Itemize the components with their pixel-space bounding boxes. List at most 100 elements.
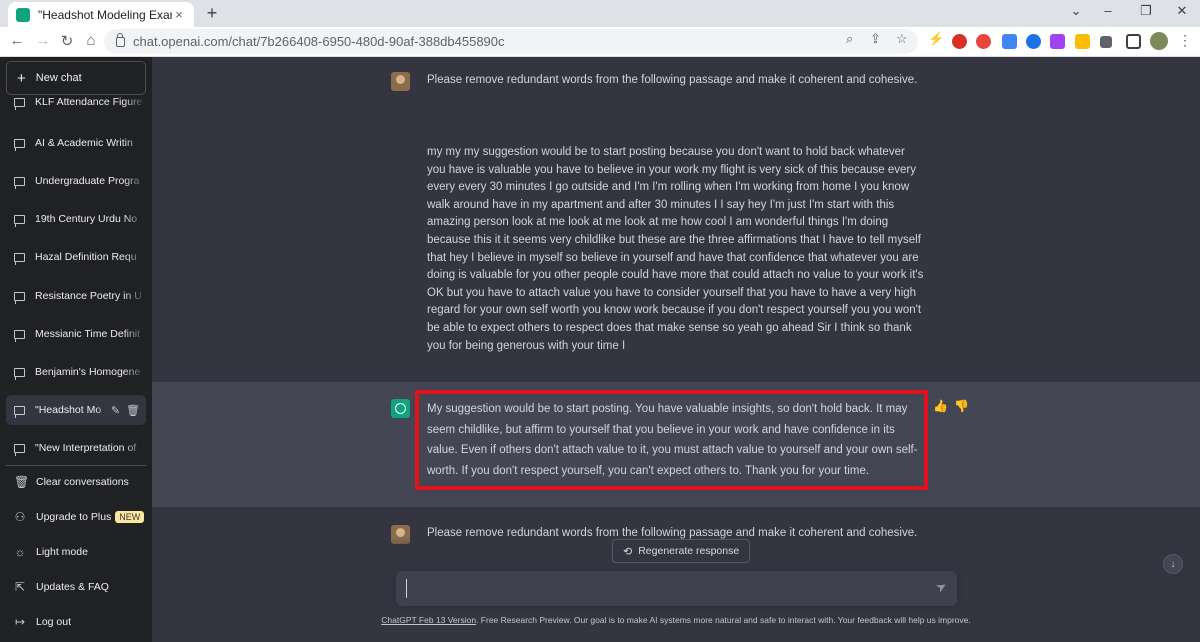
chat-bubble-icon [14, 138, 25, 151]
reload-icon[interactable]: ↻ [58, 32, 76, 50]
sidebar: + New chat KLF Attendance Figure AI & Ac… [0, 57, 152, 642]
assistant-message: My suggestion would be to start posting.… [152, 382, 1200, 507]
chat-item-label: Hazal Definition Requ [35, 251, 137, 263]
upgrade-to-plus-button[interactable]: ⚇ Upgrade to Plus NEW [6, 502, 146, 532]
chat-bubble-icon [14, 97, 25, 110]
sidebar-chat-item[interactable]: Benjamin's Homogene [6, 357, 146, 387]
chat-item-label: Undergraduate Progra [35, 175, 140, 187]
chat-bubble-icon [14, 405, 25, 418]
new-badge: NEW [115, 511, 145, 523]
chat-item-label: 19th Century Urdu No [35, 213, 138, 225]
new-chat-button[interactable]: + New chat [6, 61, 146, 95]
minimize-icon[interactable]: – [1098, 3, 1118, 18]
chat-item-label: Resistance Poetry in U [35, 290, 142, 302]
regenerate-response-button[interactable]: ⟲ Regenerate response [612, 539, 751, 563]
lock-icon [116, 32, 125, 47]
message-input-box[interactable]: ➤ [396, 571, 957, 606]
sidebar-chat-item[interactable]: "New Interpretation of [6, 433, 146, 463]
docs-extension-icon[interactable] [1002, 34, 1017, 49]
regenerate-label: Regenerate response [638, 545, 740, 557]
message-input[interactable] [406, 579, 926, 598]
browser-toolbar: ← → ↻ ⌂ chat.openai.com/chat/7b266408-69… [0, 27, 1200, 57]
extensions-puzzle-icon[interactable] [1100, 36, 1112, 48]
upgrade-label: Upgrade to Plus [36, 511, 112, 523]
chat-item-label: "Headshot Mo [35, 404, 102, 416]
clear-conversations-button[interactable]: 🗑 Clear conversations [6, 467, 146, 497]
back-icon[interactable]: ← [8, 32, 26, 49]
sidebar-divider [6, 465, 146, 466]
new-tab-button[interactable]: + [202, 3, 222, 24]
sidebar-chat-item[interactable]: AI & Academic Writin [6, 128, 146, 158]
browser-menu-icon[interactable]: ⋮ [1178, 32, 1192, 49]
sidebar-chat-item[interactable]: Messianic Time Definit [6, 319, 146, 349]
user-message: Please remove redundant words from the f… [152, 57, 1200, 382]
tab-close-icon[interactable]: × [172, 7, 186, 22]
logout-button[interactable]: ↦ Log out [6, 607, 146, 637]
chat-bubble-icon [14, 176, 25, 189]
user-avatar [391, 72, 410, 91]
feedback-buttons: 👍👎 [933, 399, 975, 413]
browser-tab[interactable]: "Headshot Modeling Example" × [8, 2, 194, 27]
home-icon[interactable]: ⌂ [82, 32, 100, 49]
opera-extension-icon[interactable] [952, 34, 967, 49]
edit-pencil-icon[interactable]: ✎ [111, 404, 120, 417]
updates-label: Updates & FAQ [36, 581, 109, 593]
light-mode-button[interactable]: ☼ Light mode [6, 537, 146, 567]
alert-extension-icon[interactable] [1075, 34, 1090, 49]
updates-faq-link[interactable]: ⇱ Updates & FAQ [6, 572, 146, 602]
sidebar-chat-item-active[interactable]: "Headshot Mo ✎ 🗑 [6, 395, 146, 425]
external-link-icon: ⇱ [14, 580, 26, 594]
chat-main: Please remove redundant words from the f… [152, 57, 1200, 642]
delete-trash-icon[interactable]: 🗑 [126, 404, 140, 417]
scroll-down-icon[interactable]: ↓ [1163, 554, 1183, 574]
sidebar-chat-item[interactable]: Undergraduate Progra [6, 166, 146, 196]
chat-bubble-icon [14, 252, 25, 265]
sidebar-chat-item[interactable]: 19th Century Urdu No [6, 204, 146, 234]
new-chat-label: New chat [35, 72, 82, 84]
chat-bubble-icon [14, 367, 25, 380]
chatgpt-logo-icon [391, 399, 410, 418]
user-icon: ⚇ [14, 510, 26, 524]
adblock-extension-icon[interactable] [976, 34, 991, 49]
sidebar-chat-item[interactable]: Resistance Poetry in U [6, 281, 146, 311]
thumbs-up-icon[interactable]: 👍 [933, 399, 954, 413]
version-link[interactable]: ChatGPT Feb 13 Version [381, 615, 476, 625]
translate-extension-icon[interactable] [1026, 34, 1041, 49]
chat-item-label: KLF Attendance Figure [35, 96, 143, 108]
tab-search-icon[interactable]: ⌄ [1066, 3, 1086, 19]
sidebar-chat-item[interactable]: Hazal Definition Requ [6, 242, 146, 272]
zoom-icon[interactable]: ⌕ [846, 31, 853, 47]
refresh-icon: ⟲ [623, 545, 633, 558]
chat-bubble-icon [14, 214, 25, 227]
logout-label: Log out [36, 616, 72, 628]
footer-disclaimer: ChatGPT Feb 13 Version. Free Research Pr… [152, 615, 1200, 625]
chatgpt-favicon-icon [16, 7, 30, 22]
tab-title: "Headshot Modeling Example" [38, 7, 172, 22]
bolt-extension-icon[interactable]: ⚡ [928, 31, 944, 47]
restore-icon[interactable]: ❐ [1136, 3, 1156, 19]
profile-avatar[interactable] [1150, 32, 1168, 50]
close-window-icon[interactable]: ✕ [1172, 3, 1192, 19]
bookmark-star-icon[interactable]: ☆ [896, 31, 908, 47]
browser-tab-bar: "Headshot Modeling Example" × + ⌄ – ❐ ✕ [0, 0, 1200, 27]
chat-bubble-icon [14, 291, 25, 304]
plus-icon: + [17, 69, 26, 87]
chat-item-label: Benjamin's Homogene [35, 366, 141, 378]
forward-icon[interactable]: → [34, 32, 52, 49]
send-icon[interactable]: ➤ [933, 577, 950, 596]
chat-item-label: "New Interpretation of [35, 442, 137, 454]
clear-conversations-label: Clear conversations [36, 476, 129, 488]
assistant-response-text: My suggestion would be to start posting.… [427, 403, 918, 477]
library-extension-icon[interactable] [1050, 34, 1065, 49]
trash-icon: 🗑 [14, 475, 30, 489]
side-panel-icon[interactable] [1126, 34, 1141, 49]
sidebar-chat-item[interactable]: KLF Attendance Figure [6, 91, 146, 113]
chat-item-label: AI & Academic Writin [35, 137, 133, 149]
user-prompt-text: Please remove redundant words from the f… [427, 74, 918, 86]
share-icon[interactable]: ⇪ [870, 31, 881, 47]
light-mode-label: Light mode [36, 546, 88, 558]
thumbs-down-icon[interactable]: 👎 [954, 399, 975, 413]
footer-text: . Free Research Preview. Our goal is to … [476, 615, 971, 625]
chat-bubble-icon [14, 329, 25, 342]
address-bar[interactable]: chat.openai.com/chat/7b266408-6950-480d-… [104, 29, 918, 54]
